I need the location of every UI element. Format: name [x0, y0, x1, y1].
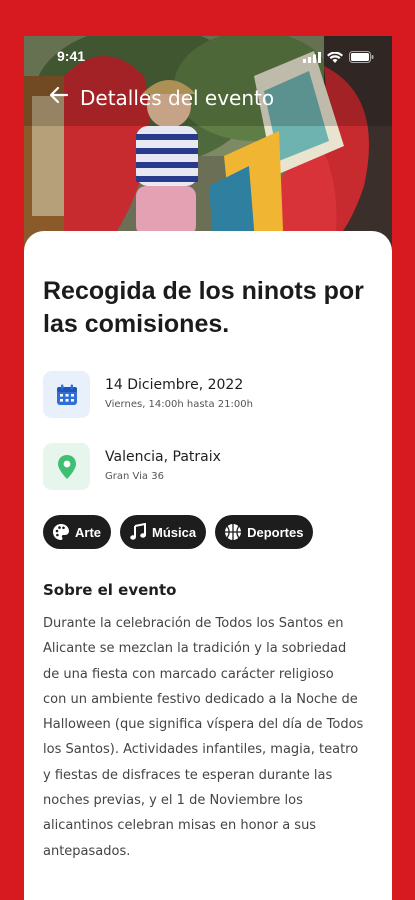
about-section-title: Sobre el evento [43, 581, 177, 599]
event-detail-card: Recogida de los ninots por las comisione… [24, 231, 392, 900]
category-chips: Arte Música Deportes [43, 515, 314, 549]
event-title: Recogida de los ninots por las comisione… [43, 277, 364, 338]
phone-screen: 9:41 Detalles del evento Recogida de los… [24, 36, 392, 900]
arrow-left-icon [49, 85, 69, 110]
event-location-row[interactable]: Valencia, Patraix Gran Via 36 [43, 443, 373, 491]
status-time: 9:41 [57, 48, 86, 64]
event-location: Valencia, Patraix [105, 449, 221, 465]
back-button[interactable] [46, 84, 72, 110]
description-line: los Santos). Actividades infantiles, mag… [43, 742, 359, 758]
description-line: antepasados. [43, 843, 131, 859]
event-date-row: 14 Diciembre, 2022 Viernes, 14:00h hasta… [43, 371, 373, 419]
category-label: Música [152, 524, 197, 540]
wifi-icon [327, 50, 343, 68]
basketball-icon [223, 522, 243, 542]
description-line: noches previas, y el 1 de Noviembre los [43, 793, 303, 809]
status-bar: 9:41 [24, 36, 392, 76]
category-chip-musica[interactable]: Música [120, 515, 207, 549]
description-line: de una fiesta con marcado carácter relig… [43, 666, 334, 682]
category-label: Deportes [247, 524, 304, 540]
calendar-icon [43, 371, 90, 418]
page-title: Detalles del evento [80, 86, 275, 110]
description-line: Halloween (que significa víspera del día… [43, 717, 364, 733]
status-icons [303, 50, 374, 68]
description-line: Alicante se mezclan la tradición y la so… [43, 641, 347, 657]
event-date: 14 Diciembre, 2022 [105, 377, 244, 393]
palette-icon [51, 522, 71, 542]
event-description: Durante la celebración de Todos los Sant… [43, 611, 373, 864]
description-line: y fiestas de disfraces te esperan durant… [43, 767, 333, 783]
top-navigation: Detalles del evento [24, 82, 392, 114]
signal-icon [303, 50, 321, 68]
category-chip-arte[interactable]: Arte [43, 515, 112, 549]
category-chip-deportes[interactable]: Deportes [215, 515, 314, 549]
description-line: alicantinos celebran misas en honor a su… [43, 818, 317, 834]
description-line: Durante la celebración de Todos los Sant… [43, 616, 344, 631]
battery-icon [349, 50, 374, 68]
event-time: Viernes, 14:00h hasta 21:00h [105, 399, 253, 410]
location-pin-icon [43, 443, 90, 490]
event-address: Gran Via 36 [105, 471, 164, 482]
music-note-icon [128, 522, 148, 542]
description-line: con un ambiente festivo dedicado a la No… [43, 691, 358, 707]
category-label: Arte [75, 524, 102, 540]
